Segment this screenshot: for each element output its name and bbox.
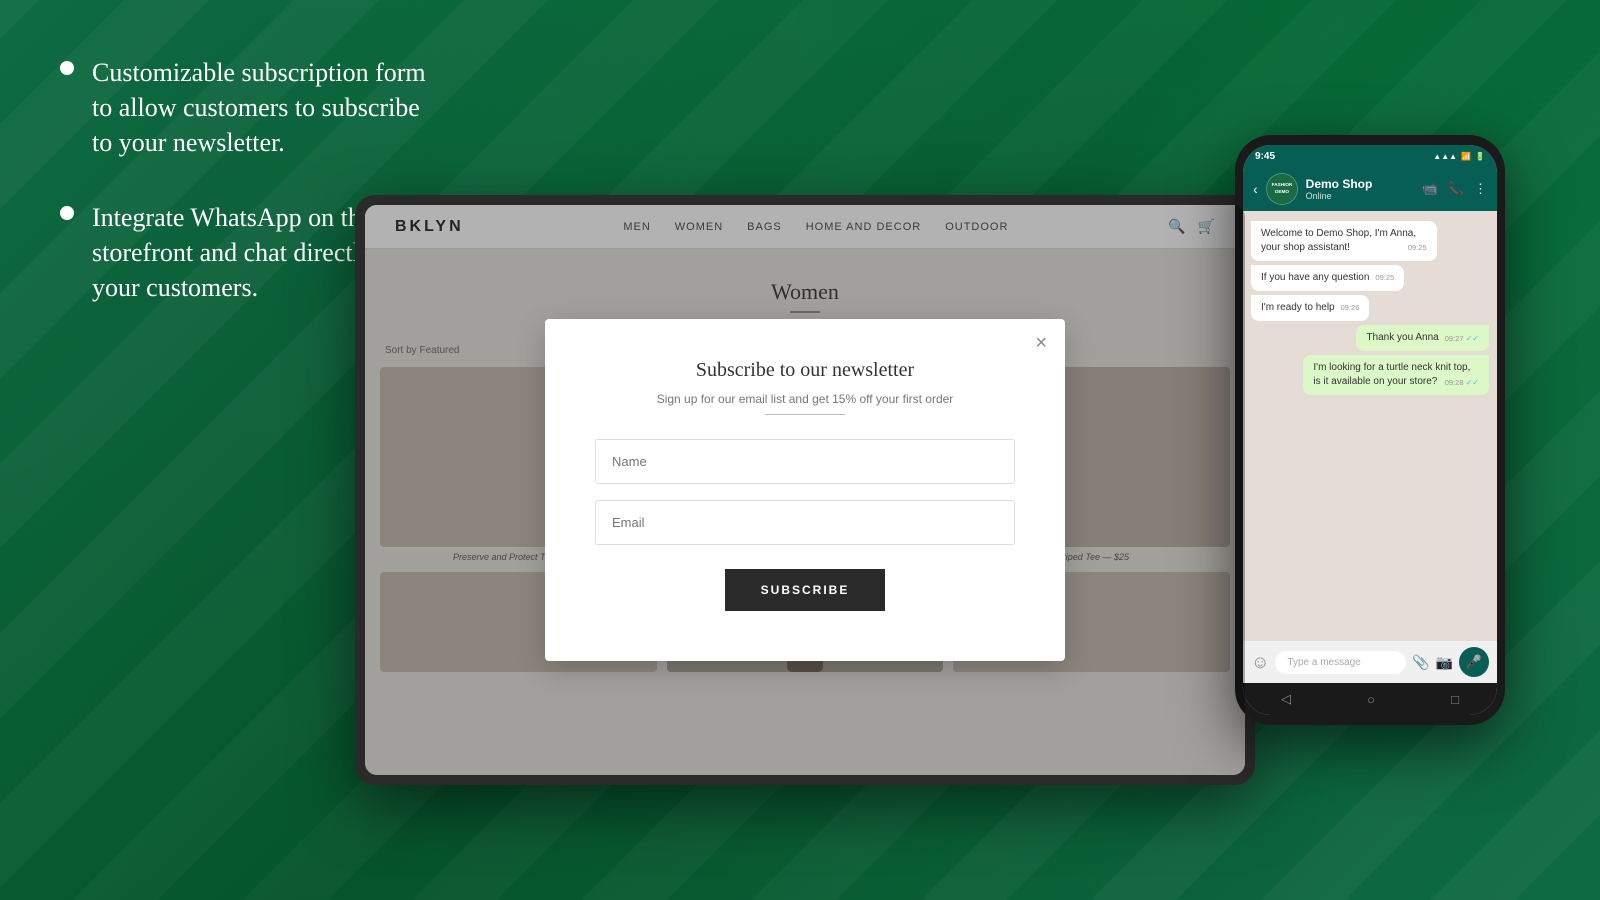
nav-back-button[interactable]: ◁ <box>1281 691 1291 707</box>
message-1-time: 09:25 <box>1408 243 1427 254</box>
phone-screen: 9:45 ▲▲▲ 📶 🔋 ‹ FASHION DEMO <box>1243 145 1497 715</box>
name-input[interactable] <box>595 439 1015 484</box>
tablet-mockup: BKLYN MEN WOMEN BAGS HOME AND DECOR OUTD… <box>355 195 1255 785</box>
nav-home-button[interactable]: ○ <box>1367 692 1375 707</box>
main-content: Customizable subscription form to allow … <box>0 0 1600 900</box>
contact-name: Demo Shop <box>1306 177 1414 191</box>
bullet-dot-2 <box>60 206 74 220</box>
modal-subtitle: Sign up for our email list and get 15% o… <box>595 392 1015 406</box>
nav-recents-button[interactable]: □ <box>1451 692 1459 707</box>
phone-call-icon[interactable]: 📞 <box>1448 181 1464 197</box>
message-1-text: Welcome to Demo Shop, I'm Anna, your sho… <box>1261 228 1416 253</box>
modal-divider <box>765 414 845 415</box>
read-tick-4: ✓✓ <box>1466 334 1479 343</box>
header-icons: 📹 📞 ⋮ <box>1422 181 1487 197</box>
input-bar: ☺ Type a message 📎 📷 🎤 <box>1243 640 1497 683</box>
message-4-text: Thank you Anna <box>1366 332 1438 343</box>
email-input[interactable] <box>595 500 1015 545</box>
tablet-screen: BKLYN MEN WOMEN BAGS HOME AND DECOR OUTD… <box>365 205 1245 775</box>
svg-text:FASHION: FASHION <box>1271 182 1292 187</box>
message-5: I'm looking for a turtle neck knit top, … <box>1303 355 1489 395</box>
contact-info: Demo Shop Online <box>1306 177 1414 201</box>
message-4-time: 09:27 ✓✓ <box>1445 333 1479 345</box>
status-bar: 9:45 ▲▲▲ 📶 🔋 <box>1243 145 1497 167</box>
whatsapp-header: ‹ FASHION DEMO Demo Shop Online 📹 📞 ⋮ <box>1243 167 1497 211</box>
message-input[interactable]: Type a message <box>1275 651 1406 674</box>
battery-icon: 🔋 <box>1475 152 1485 161</box>
bullet-item-1: Customizable subscription form to allow … <box>60 55 440 160</box>
message-2-time: 09:25 <box>1375 273 1394 284</box>
newsletter-modal: × Subscribe to our newsletter Sign up fo… <box>545 319 1065 661</box>
contact-status: Online <box>1306 191 1414 201</box>
wifi-icon: 📶 <box>1461 152 1471 161</box>
signal-icon: ▲▲▲ <box>1433 152 1457 161</box>
message-3-text: I'm ready to help <box>1261 302 1335 313</box>
subscribe-button[interactable]: SUBSCRIBE <box>725 569 885 611</box>
read-tick-5: ✓✓ <box>1466 378 1479 387</box>
message-5-time: 09:28 ✓✓ <box>1445 377 1479 389</box>
message-3: I'm ready to help 09:26 <box>1251 295 1369 321</box>
back-button[interactable]: ‹ <box>1253 181 1258 197</box>
attachment-icon[interactable]: 📎 <box>1412 654 1429 671</box>
status-time: 9:45 <box>1255 151 1275 162</box>
message-3-time: 09:26 <box>1341 303 1360 314</box>
message-2-text: If you have any question <box>1261 272 1369 283</box>
bullet-dot-1 <box>60 61 74 75</box>
emoji-button[interactable]: ☺ <box>1251 652 1269 673</box>
camera-icon[interactable]: 📷 <box>1436 654 1453 671</box>
modal-close-button[interactable]: × <box>1035 333 1047 353</box>
message-4: Thank you Anna 09:27 ✓✓ <box>1356 325 1489 351</box>
video-call-icon[interactable]: 📹 <box>1422 181 1438 197</box>
modal-overlay: × Subscribe to our newsletter Sign up fo… <box>365 205 1245 775</box>
mic-button[interactable]: 🎤 <box>1459 647 1489 677</box>
bullet-text-1: Customizable subscription form to allow … <box>92 55 440 160</box>
message-1: Welcome to Demo Shop, I'm Anna, your sho… <box>1251 221 1437 261</box>
more-options-icon[interactable]: ⋮ <box>1474 181 1487 197</box>
message-2: If you have any question 09:25 <box>1251 265 1404 291</box>
svg-text:DEMO: DEMO <box>1275 189 1289 194</box>
message-input-placeholder: Type a message <box>1287 657 1360 668</box>
phone-mockup: 9:45 ▲▲▲ 📶 🔋 ‹ FASHION DEMO <box>1235 135 1505 725</box>
chat-area: Welcome to Demo Shop, I'm Anna, your sho… <box>1243 211 1497 640</box>
modal-title: Subscribe to our newsletter <box>595 359 1015 382</box>
contact-avatar: FASHION DEMO <box>1266 173 1298 205</box>
status-icons: ▲▲▲ 📶 🔋 <box>1433 152 1485 161</box>
phone-nav-bar: ◁ ○ □ <box>1243 683 1497 715</box>
